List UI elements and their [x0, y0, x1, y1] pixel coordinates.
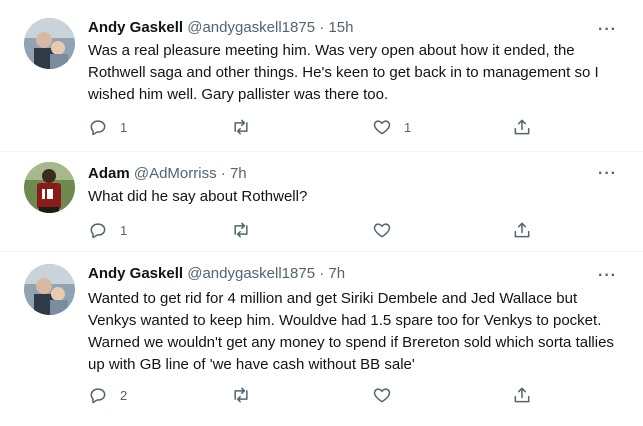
tweet-actions: 1 1: [88, 117, 628, 139]
share-icon: [514, 387, 530, 403]
user-handle[interactable]: @AdMorriss: [134, 165, 217, 182]
retweet-button[interactable]: [231, 117, 263, 137]
tweet-header: Andy Gaskell @andygaskell1875 · 7h: [88, 264, 345, 284]
tweet-actions: 2: [88, 385, 628, 407]
user-handle[interactable]: @andygaskell1875: [187, 19, 315, 36]
like-button[interactable]: 1: [372, 117, 411, 137]
avatar[interactable]: [24, 264, 75, 315]
like-icon: [373, 388, 391, 403]
tweet[interactable]: Andy Gaskell @andygaskell1875 · 15h ··· …: [0, 0, 643, 152]
like-icon: [373, 120, 391, 135]
like-count: 1: [404, 119, 412, 135]
user-handle[interactable]: @andygaskell1875: [187, 265, 315, 282]
retweet-button[interactable]: [231, 220, 263, 240]
separator-dot: ·: [319, 19, 325, 36]
timestamp[interactable]: 7h: [230, 165, 247, 182]
like-button[interactable]: [372, 220, 404, 240]
share-icon: [514, 119, 530, 135]
retweet-icon: [234, 387, 248, 403]
reply-count: 1: [120, 119, 128, 135]
like-icon: [373, 223, 391, 238]
tweet-text: Wanted to get rid for 4 million and get …: [88, 290, 614, 373]
more-icon[interactable]: ···: [598, 166, 617, 182]
avatar[interactable]: [24, 162, 75, 213]
retweet-icon: [234, 222, 248, 238]
retweet-icon: [234, 119, 248, 135]
avatar[interactable]: [24, 18, 75, 69]
conversation-timeline: Andy Gaskell @andygaskell1875 · 15h ··· …: [0, 0, 643, 426]
tweet-header: Andy Gaskell @andygaskell1875 · 15h: [88, 18, 353, 38]
reply-icon: [90, 120, 106, 136]
share-button[interactable]: [512, 220, 532, 240]
reply-button[interactable]: 1: [88, 117, 127, 137]
more-icon[interactable]: ···: [598, 22, 617, 38]
more-icon[interactable]: ···: [598, 268, 617, 284]
reply-count: 1: [120, 222, 128, 238]
tweet-header: Adam @AdMorriss · 7h: [88, 164, 247, 184]
tweet-text: What did he say about Rothwell?: [88, 188, 308, 205]
separator-dot: ·: [319, 265, 325, 282]
separator-dot: ·: [220, 165, 226, 182]
reply-icon: [90, 223, 106, 239]
tweet-actions: 1: [88, 220, 628, 242]
share-icon: [514, 222, 530, 238]
tweet[interactable]: Adam @AdMorriss · 7h ··· What did he say…: [0, 152, 643, 252]
share-button[interactable]: [512, 117, 532, 137]
reply-icon: [90, 388, 106, 404]
display-name[interactable]: Andy Gaskell: [88, 19, 183, 36]
tweet-text: Was a real pleasure meeting him. Was ver…: [88, 42, 599, 103]
display-name[interactable]: Adam: [88, 165, 130, 182]
retweet-button[interactable]: [231, 385, 263, 405]
timestamp[interactable]: 15h: [328, 19, 353, 36]
like-button[interactable]: [372, 385, 404, 405]
timestamp[interactable]: 7h: [328, 265, 345, 282]
reply-button[interactable]: 1: [88, 220, 127, 240]
display-name[interactable]: Andy Gaskell: [88, 265, 183, 282]
tweet[interactable]: Andy Gaskell @andygaskell1875 · 7h ··· W…: [0, 252, 643, 426]
reply-button[interactable]: 2: [88, 385, 127, 405]
reply-count: 2: [120, 387, 128, 403]
share-button[interactable]: [512, 385, 532, 405]
